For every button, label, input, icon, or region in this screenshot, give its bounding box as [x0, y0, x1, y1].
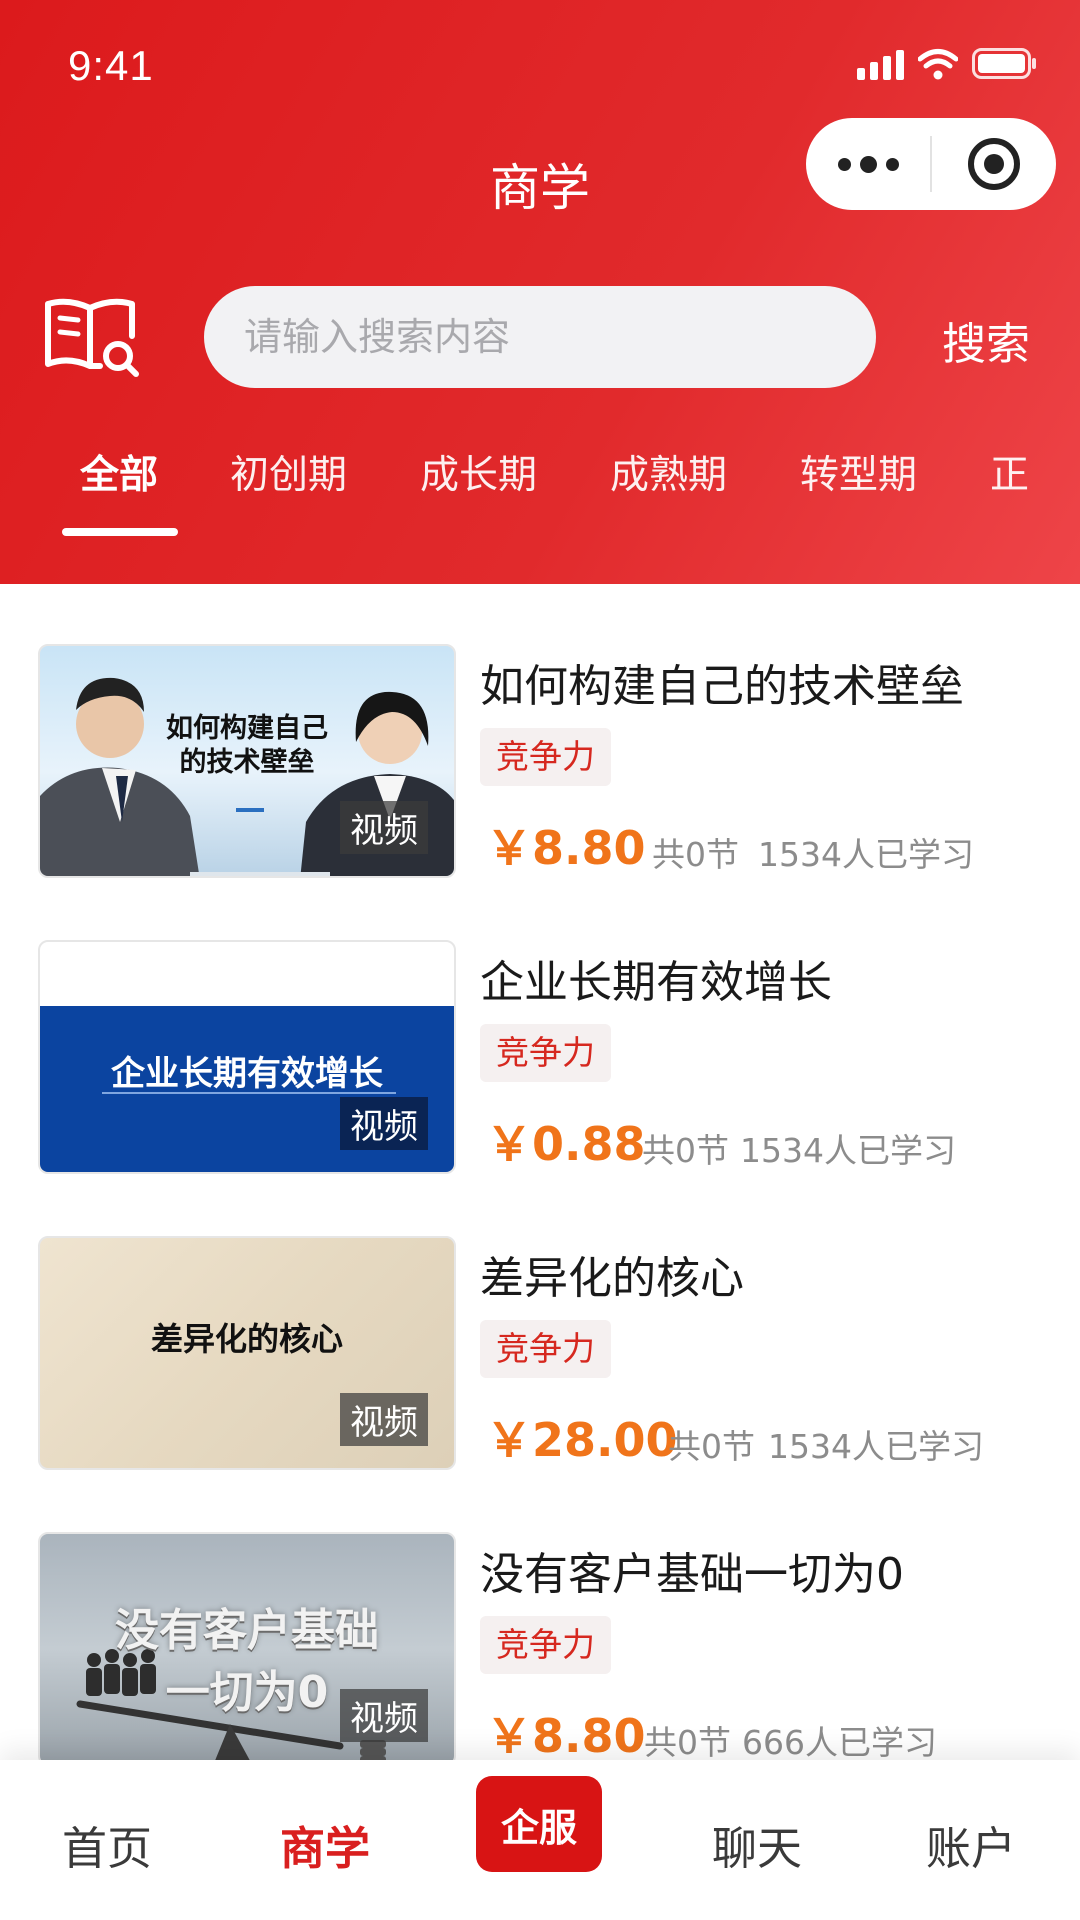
course-title[interactable]: 差异化的核心	[480, 1242, 744, 1306]
tab-transition[interactable]: 转型期	[800, 444, 917, 500]
tabbar-enterprise-button[interactable]: 企服	[476, 1776, 602, 1872]
course-title[interactable]: 没有客户基础一切为0	[480, 1538, 904, 1602]
course-tag: 竞争力	[480, 1024, 611, 1082]
course-sections: 共0节	[668, 1427, 755, 1466]
miniprogram-capsule	[806, 118, 1056, 210]
video-badge: 视频	[340, 1689, 428, 1742]
course-price: ￥0.88	[486, 1117, 646, 1171]
course-tag: 竞争力	[480, 1616, 611, 1674]
tab-mature[interactable]: 成熟期	[610, 444, 727, 500]
course-learners: 1534人已学习	[740, 1131, 956, 1170]
course-thumbnail[interactable]: 没有客户基础 一切为0 视频	[38, 1532, 456, 1760]
course-title[interactable]: 如何构建自己的技术壁垒	[480, 650, 964, 714]
tab-indicator	[62, 528, 178, 536]
status-icons	[857, 48, 1038, 80]
tabbar-home[interactable]: 首页	[62, 1812, 152, 1877]
course-thumbnail[interactable]: 差异化的核心 视频	[38, 1236, 456, 1470]
course-title[interactable]: 企业长期有效增长	[480, 946, 832, 1010]
course-price: ￥8.80	[486, 1709, 646, 1760]
bottom-tab-bar: 首页 商学 企服 聊天 账户	[0, 1760, 1080, 1920]
course-price: ￥8.80	[486, 821, 646, 875]
course-item[interactable]: 没有客户基础 一切为0 视频 没有客户基础一切为0 竞争力 ￥8.80 共0节 …	[0, 1532, 1080, 1760]
course-price: ￥28.00	[486, 1413, 678, 1467]
course-learners: 1534人已学习	[768, 1427, 984, 1466]
book-search-icon[interactable]	[44, 296, 140, 380]
tab-growth[interactable]: 成长期	[420, 444, 537, 500]
course-item[interactable]: 差异化的核心 视频 差异化的核心 竞争力 ￥28.00 共0节 1534人已学习	[0, 1236, 1080, 1532]
course-learners: 1534人已学习	[758, 835, 974, 874]
search-button[interactable]: 搜索	[942, 308, 1030, 372]
thumbnail-title: 差异化的核心	[150, 1320, 343, 1358]
video-badge: 视频	[340, 1097, 428, 1150]
thumbnail-title: 如何构建自己 的技术壁垒	[166, 713, 328, 778]
tabbar-chat[interactable]: 聊天	[712, 1812, 802, 1877]
status-time: 9:41	[68, 42, 154, 89]
tabbar-account[interactable]: 账户	[926, 1812, 1016, 1877]
tab-all[interactable]: 全部	[80, 444, 158, 500]
course-sections: 共0节	[652, 835, 739, 874]
video-badge: 视频	[340, 1393, 428, 1446]
more-menu-icon[interactable]	[806, 118, 930, 210]
wifi-icon	[918, 49, 958, 80]
course-tag: 竞争力	[480, 1320, 611, 1378]
signal-icon	[857, 50, 904, 80]
page: 9:41 商学 请输入搜索内容 搜索 全部 初创期 成长期 成熟期 转型期 正 …	[0, 0, 1080, 1920]
course-sections: 共0节	[644, 1723, 731, 1760]
close-miniprogram-icon[interactable]	[932, 118, 1056, 210]
course-item[interactable]: 如何构建自己 的技术壁垒 视频 如何构建自己的技术壁垒 竞争力 ￥8.80 共0…	[0, 644, 1080, 940]
thumbnail-title: 企业长期有效增长	[111, 1054, 383, 1094]
course-sections: 共0节	[642, 1131, 729, 1170]
course-thumbnail[interactable]: 企业长期有效增长 视频	[38, 940, 456, 1174]
tab-startup[interactable]: 初创期	[230, 444, 347, 500]
tab-more[interactable]: 正	[990, 444, 1034, 500]
search-input[interactable]	[244, 315, 876, 359]
header: 9:41 商学 请输入搜索内容 搜索 全部 初创期 成长期 成熟期 转型期 正	[0, 0, 1080, 584]
course-thumbnail[interactable]: 如何构建自己 的技术壁垒 视频	[38, 644, 456, 878]
course-list[interactable]: 如何构建自己 的技术壁垒 视频 如何构建自己的技术壁垒 竞争力 ￥8.80 共0…	[0, 584, 1080, 1760]
course-item[interactable]: 企业长期有效增长 视频 企业长期有效增长 竞争力 ￥0.88 共0节 1534人…	[0, 940, 1080, 1236]
battery-icon	[972, 48, 1036, 79]
search-box[interactable]	[204, 286, 876, 388]
course-tag: 竞争力	[480, 728, 611, 786]
video-badge: 视频	[340, 801, 428, 854]
tabbar-business[interactable]: 商学	[280, 1812, 370, 1877]
course-learners: 666人已学习	[742, 1723, 937, 1760]
